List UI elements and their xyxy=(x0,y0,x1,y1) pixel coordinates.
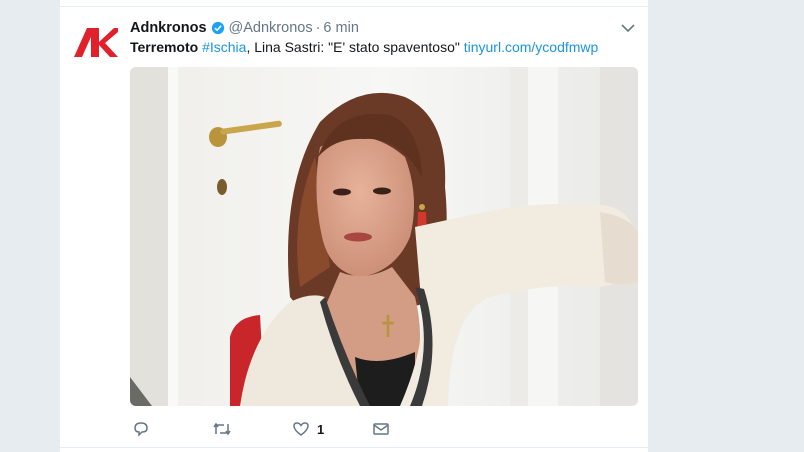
separator-dot: · xyxy=(315,20,321,36)
author-name[interactable]: Adnkronos xyxy=(130,20,207,36)
author-handle[interactable]: @Adnkronos xyxy=(229,20,313,36)
timestamp[interactable]: 6 min xyxy=(323,20,358,36)
envelope-icon xyxy=(373,423,389,435)
avatar[interactable] xyxy=(72,24,120,64)
retweet-button[interactable] xyxy=(212,420,232,438)
tweet-text: Terremoto #Ischia, Lina Sastri: "E' stat… xyxy=(130,39,598,55)
reply-button[interactable] xyxy=(132,420,150,438)
verified-badge-icon xyxy=(211,21,224,35)
divider xyxy=(60,447,648,448)
tweet-card[interactable]: Adnkronos @Adnkronos · 6 min Terremoto #… xyxy=(60,0,648,452)
reply-icon xyxy=(134,422,148,437)
tweet-text-bold: Terremoto xyxy=(130,39,199,55)
heart-icon xyxy=(293,422,309,436)
direct-message-button[interactable] xyxy=(372,420,390,438)
retweet-icon xyxy=(213,422,231,436)
divider xyxy=(60,6,648,7)
like-button[interactable]: 1 xyxy=(292,420,324,438)
tweet-actions: 1 xyxy=(130,420,460,440)
like-count: 1 xyxy=(317,421,325,437)
url-link[interactable]: tinyurl.com/ycodfmwp xyxy=(464,39,599,55)
tweet-text-body: , Lina Sastri: "E' stato spaventoso" xyxy=(246,39,464,55)
tweet-photo[interactable] xyxy=(130,67,638,406)
tweet-header: Adnkronos @Adnkronos · 6 min xyxy=(130,18,359,38)
chevron-down-icon[interactable] xyxy=(620,22,636,34)
hashtag-link[interactable]: #Ischia xyxy=(202,39,246,55)
